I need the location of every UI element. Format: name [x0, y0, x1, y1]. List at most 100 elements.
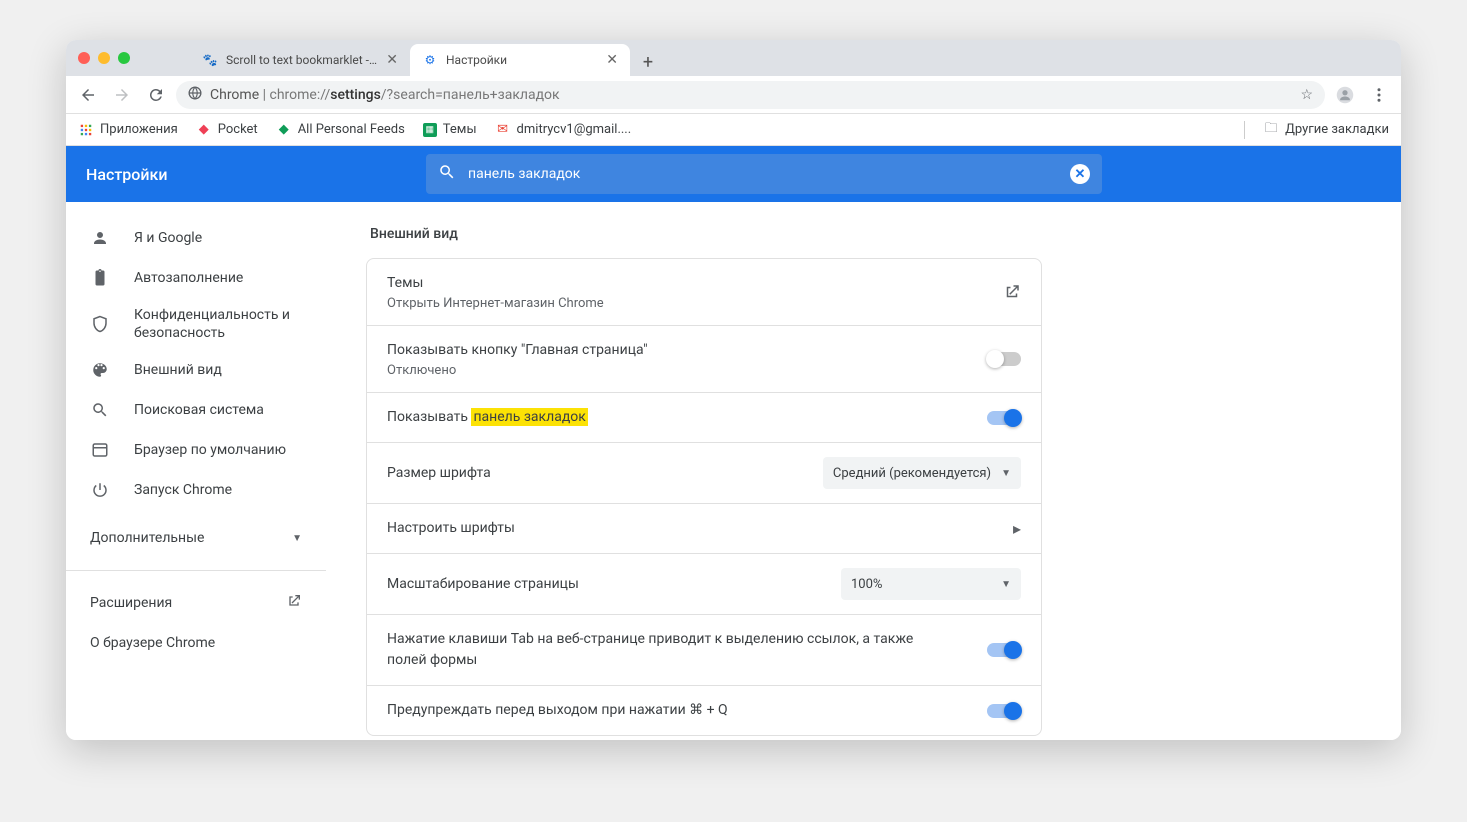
address-bar[interactable]: Chrome | chrome://settings/?search=панел…	[176, 81, 1325, 109]
profile-button[interactable]	[1331, 81, 1359, 109]
back-button[interactable]	[74, 81, 102, 109]
forward-button[interactable]	[108, 81, 136, 109]
toolbar: Chrome | chrome://settings/?search=панел…	[66, 76, 1401, 114]
close-window-button[interactable]	[78, 52, 90, 64]
settings-search[interactable]: ✕	[426, 154, 1102, 194]
sidebar-item-label: Автозаполнение	[134, 269, 302, 287]
row-title: Показывать панель закладок	[387, 407, 588, 428]
toggle-tab-highlight[interactable]	[987, 643, 1021, 657]
sidebar-item-me-and-google[interactable]: Я и Google	[66, 218, 326, 258]
zoom-dropdown[interactable]: 100% ▼	[841, 568, 1021, 600]
bookmarks-bar: Приложения ◆ Pocket ◆ All Personal Feeds…	[66, 114, 1401, 146]
titlebar: 🐾 Scroll to text bookmarklet - Me ✕ ⚙ На…	[66, 40, 1401, 76]
sidebar-item-startup[interactable]: Запуск Chrome	[66, 470, 326, 510]
bookmark-label: All Personal Feeds	[298, 122, 405, 137]
row-title: Предупреждать перед выходом при нажатии …	[387, 700, 728, 721]
bookmark-label: Pocket	[218, 122, 258, 137]
sidebar-item-label: Запуск Chrome	[134, 481, 302, 499]
sidebar-item-label: Внешний вид	[134, 361, 302, 379]
open-external-icon	[1003, 283, 1021, 301]
row-title: Размер шрифта	[387, 463, 491, 484]
sidebar-item-extensions[interactable]: Расширения	[66, 583, 326, 623]
settings-main: Внешний вид Темы Открыть Интернет-магази…	[326, 202, 1401, 740]
tab-title: Scroll to text bookmarklet - Me	[226, 53, 378, 67]
open-external-icon	[286, 593, 302, 613]
row-show-bookmarks-bar: Показывать панель закладок	[367, 393, 1041, 443]
sidebar-item-advanced[interactable]: Дополнительные ▼	[66, 518, 326, 558]
settings-sidebar: Я и Google Автозаполнение Конфиденциальн…	[66, 202, 326, 740]
settings-search-input[interactable]	[468, 166, 1058, 182]
browser-tab[interactable]: ⚙ Настройки ✕	[410, 44, 630, 76]
row-tab-highlight: Нажатие клавиши Tab на веб-странице прив…	[367, 615, 1041, 686]
shield-icon	[90, 315, 110, 333]
row-title: Нажатие клавиши Tab на веб-странице прив…	[387, 629, 947, 671]
power-icon	[90, 481, 110, 499]
browser-tab[interactable]: 🐾 Scroll to text bookmarklet - Me ✕	[190, 44, 410, 76]
chevron-right-icon: ▸	[1013, 519, 1021, 538]
bookmark-item[interactable]: ✉ dmitrycv1@gmail....	[495, 122, 632, 138]
bookmark-item[interactable]: ▦ Темы	[423, 122, 477, 137]
bookmark-label: Приложения	[100, 122, 178, 137]
row-title: Темы	[387, 273, 604, 294]
reload-button[interactable]	[142, 81, 170, 109]
sidebar-item-label: Поисковая система	[134, 401, 302, 419]
chevron-down-icon: ▼	[1001, 579, 1011, 590]
separator	[1244, 121, 1245, 139]
row-title: Настроить шрифты	[387, 518, 515, 539]
sidebar-item-search-engine[interactable]: Поисковая система	[66, 390, 326, 430]
feeds-icon: ◆	[276, 122, 292, 138]
favicon-icon: 🐾	[202, 52, 218, 68]
toggle-home-button[interactable]	[987, 352, 1021, 366]
close-tab-icon[interactable]: ✕	[386, 52, 398, 68]
pocket-icon: ◆	[196, 122, 212, 138]
bookmark-label: Темы	[443, 122, 477, 137]
dropdown-value: 100%	[851, 577, 991, 592]
sidebar-item-autofill[interactable]: Автозаполнение	[66, 258, 326, 298]
other-bookmarks[interactable]: 🗀 Другие закладки	[1263, 122, 1389, 138]
sidebar-item-default-browser[interactable]: Браузер по умолчанию	[66, 430, 326, 470]
sidebar-item-label: Браузер по умолчанию	[134, 441, 302, 459]
settings-favicon-icon: ⚙	[422, 52, 438, 68]
close-tab-icon[interactable]: ✕	[606, 52, 618, 68]
bookmark-item[interactable]: ◆ All Personal Feeds	[276, 122, 405, 138]
sidebar-item-appearance[interactable]: Внешний вид	[66, 350, 326, 390]
menu-button[interactable]	[1365, 81, 1393, 109]
browser-icon	[90, 441, 110, 459]
row-home-button: Показывать кнопку "Главная страница" Отк…	[367, 326, 1041, 393]
folder-icon: 🗀	[1263, 122, 1279, 138]
chevron-down-icon: ▼	[292, 533, 302, 544]
apps-shortcut[interactable]: Приложения	[78, 122, 178, 138]
site-info-icon[interactable]	[188, 86, 202, 104]
settings-header: Настройки ✕	[66, 146, 1401, 202]
row-customize-fonts[interactable]: Настроить шрифты ▸	[367, 504, 1041, 554]
toggle-bookmarks-bar[interactable]	[987, 411, 1021, 425]
tab-title: Настройки	[446, 53, 598, 67]
font-size-dropdown[interactable]: Средний (рекомендуется) ▼	[823, 457, 1021, 489]
person-icon	[90, 229, 110, 247]
row-subtitle: Открыть Интернет-магазин Chrome	[387, 296, 604, 311]
new-tab-button[interactable]: +	[634, 48, 662, 76]
window-controls	[78, 52, 130, 64]
settings-page: Настройки ✕ Я и Google Автозаполнение	[66, 146, 1401, 740]
star-icon[interactable]: ☆	[1300, 87, 1313, 103]
sidebar-item-label: Конфиденциальность и безопасность	[134, 306, 302, 342]
appearance-card: Темы Открыть Интернет-магазин Chrome Пок…	[366, 258, 1042, 736]
settings-body: Я и Google Автозаполнение Конфиденциальн…	[66, 202, 1401, 740]
row-themes[interactable]: Темы Открыть Интернет-магазин Chrome	[367, 259, 1041, 326]
bookmark-item[interactable]: ◆ Pocket	[196, 122, 258, 138]
fullscreen-window-button[interactable]	[118, 52, 130, 64]
minimize-window-button[interactable]	[98, 52, 110, 64]
tab-strip: 🐾 Scroll to text bookmarklet - Me ✕ ⚙ На…	[190, 40, 662, 76]
gmail-icon: ✉	[495, 122, 511, 138]
chevron-down-icon: ▼	[1001, 468, 1011, 479]
sidebar-item-privacy[interactable]: Конфиденциальность и безопасность	[66, 298, 326, 350]
sidebar-item-label: Расширения	[90, 595, 172, 611]
clear-search-icon[interactable]: ✕	[1070, 164, 1090, 184]
row-warn-before-quit: Предупреждать перед выходом при нажатии …	[367, 686, 1041, 735]
search-icon	[438, 163, 456, 185]
search-icon	[90, 401, 110, 419]
row-page-zoom: Масштабирование страницы 100% ▼	[367, 554, 1041, 615]
sidebar-item-about[interactable]: О браузере Chrome	[66, 623, 326, 663]
browser-window: 🐾 Scroll to text bookmarklet - Me ✕ ⚙ На…	[66, 40, 1401, 740]
toggle-warn-quit[interactable]	[987, 704, 1021, 718]
